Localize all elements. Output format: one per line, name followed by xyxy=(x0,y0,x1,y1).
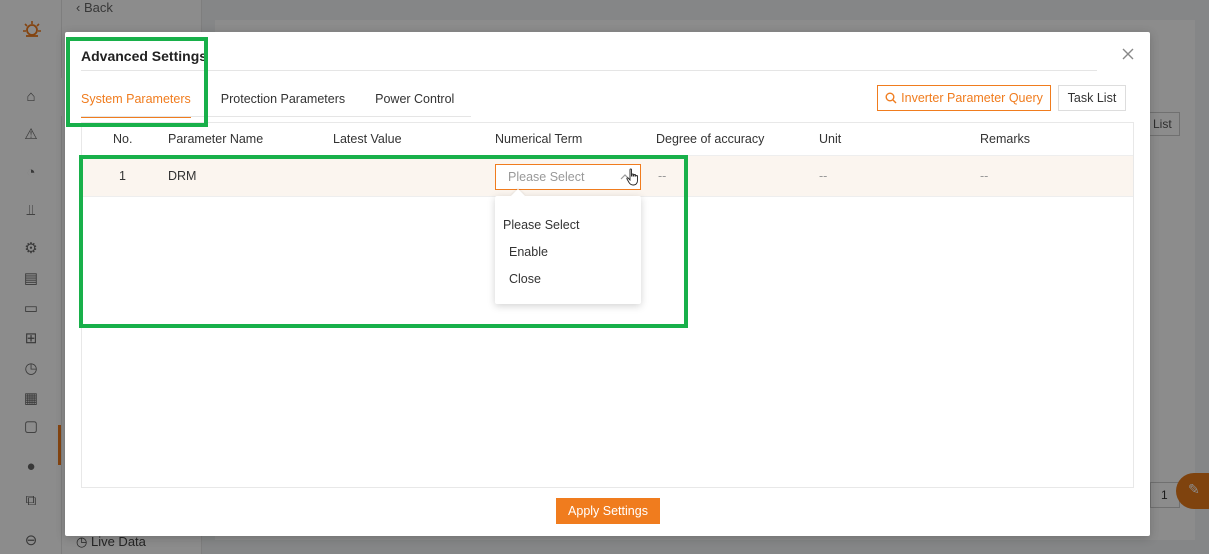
inverter-parameter-query-button[interactable]: Inverter Parameter Query xyxy=(877,85,1051,111)
highlight-box-row xyxy=(79,155,688,328)
column-header-numerical-term: Numerical Term xyxy=(495,132,583,146)
task-list-button[interactable]: Task List xyxy=(1058,85,1126,111)
column-header-unit: Unit xyxy=(819,132,842,146)
highlight-box-title xyxy=(66,37,208,127)
apply-settings-button[interactable]: Apply Settings xyxy=(556,498,660,524)
remarks-value: -- xyxy=(980,169,989,183)
table-header: No. Parameter Name Latest Value Numerica… xyxy=(82,123,1133,155)
query-button-label: Inverter Parameter Query xyxy=(901,91,1043,105)
column-header-parameter-name: Parameter Name xyxy=(168,132,264,146)
column-header-degree-of-accuracy: Degree of accuracy xyxy=(656,132,765,146)
column-header-latest-value: Latest Value xyxy=(333,132,402,146)
column-header-remarks: Remarks xyxy=(980,132,1031,146)
close-icon[interactable] xyxy=(1120,46,1136,62)
unit-value: -- xyxy=(819,169,828,183)
tab-protection-parameters[interactable]: Protection Parameters xyxy=(221,84,345,116)
title-divider xyxy=(81,70,1097,71)
search-icon xyxy=(885,92,897,104)
tab-power-control[interactable]: Power Control xyxy=(375,84,454,116)
column-header-no: No. xyxy=(113,132,133,146)
